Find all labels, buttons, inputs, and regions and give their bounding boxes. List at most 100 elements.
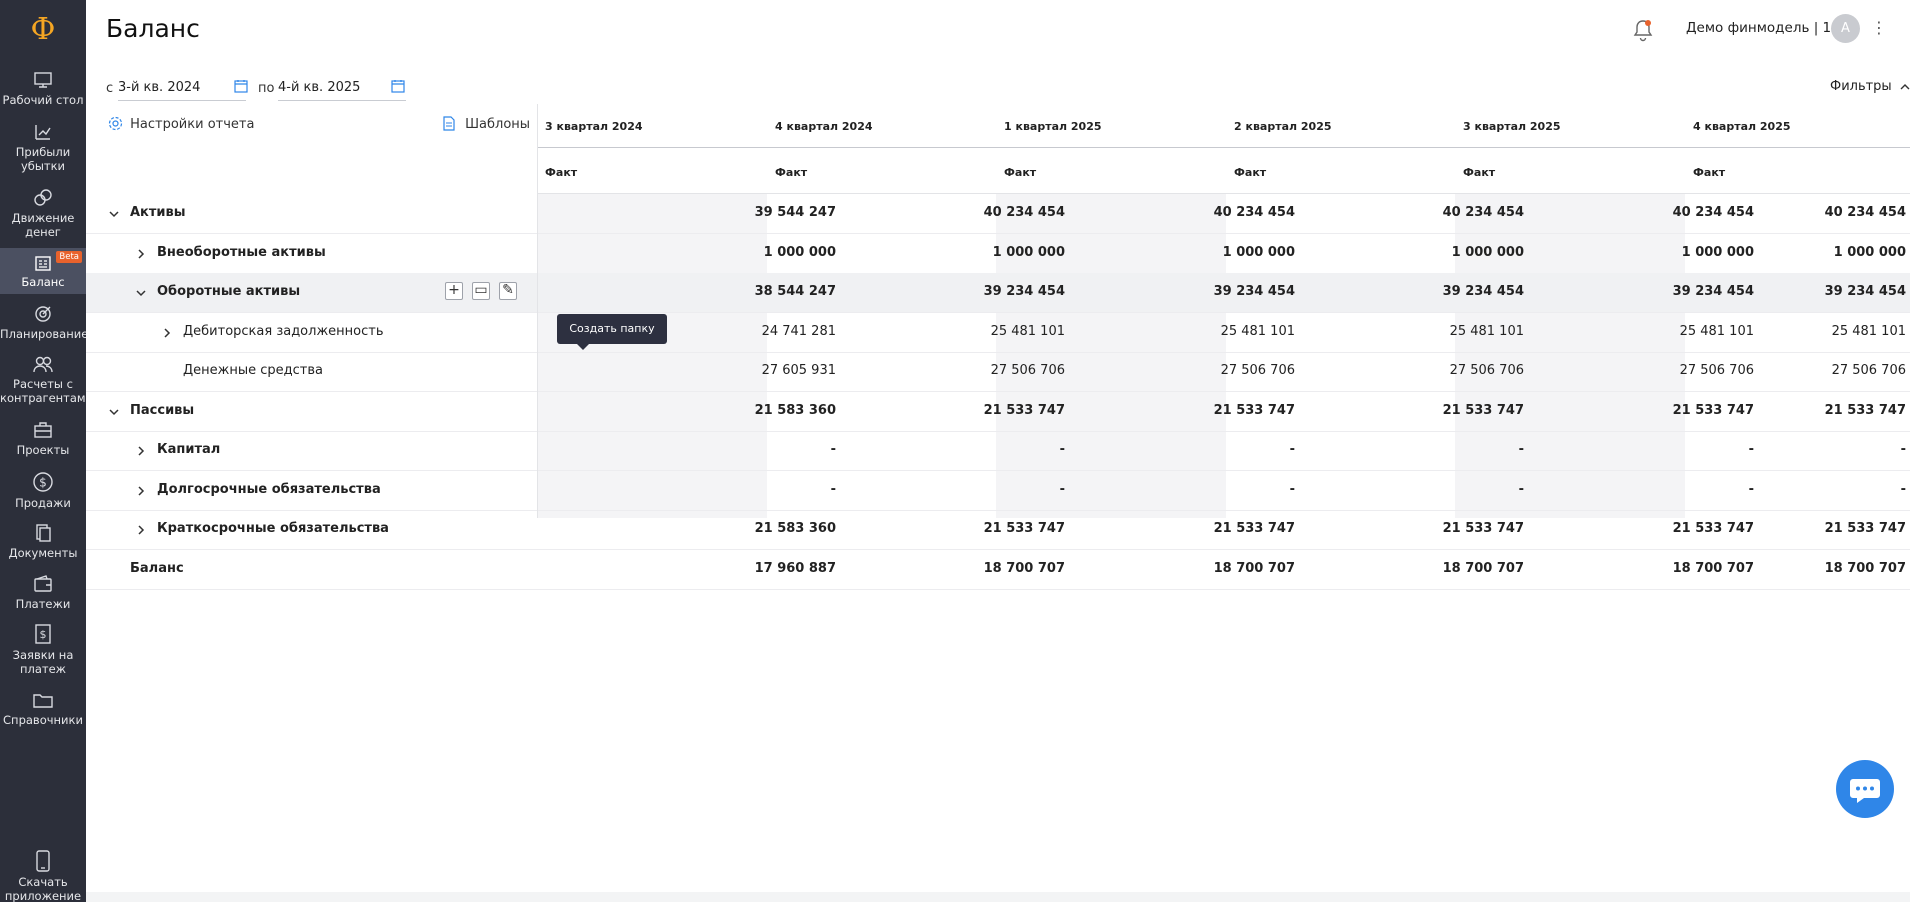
table-cell[interactable]: 17 960 887 [755, 561, 836, 576]
table-cell[interactable]: 21 533 747 [1825, 403, 1906, 418]
table-row[interactable]: Краткосрочные обязательства 21 583 360 21 … [86, 510, 1910, 550]
table-row[interactable]: Баланс 17 960 887 18 700 707 18 700 707 18 7… [86, 550, 1910, 590]
column-header[interactable]: 1 квартал 2025 [996, 104, 1226, 148]
table-cell[interactable]: 21 533 747 [984, 403, 1065, 418]
table-cell[interactable]: 40 234 454 [984, 205, 1065, 220]
table-cell[interactable]: 39 234 454 [1673, 284, 1754, 299]
sidebar-item-payments[interactable]: Платежи [0, 574, 86, 611]
to-date-field[interactable]: 4-й кв. 2025 [278, 77, 406, 101]
table-cell[interactable]: 27 506 706 [1450, 363, 1524, 378]
add-item-button[interactable]: + [445, 282, 463, 300]
templates-button[interactable]: Шаблоны [443, 116, 530, 132]
table-cell[interactable]: - [1749, 442, 1754, 457]
table-cell[interactable]: 18 700 707 [1673, 561, 1754, 576]
table-cell[interactable]: 21 533 747 [1443, 403, 1524, 418]
table-row[interactable]: Капитал - - - - - - [86, 431, 1910, 471]
table-cell[interactable]: 27 506 706 [991, 363, 1065, 378]
column-header[interactable]: 3 квартал 2025 [1455, 104, 1685, 148]
table-cell[interactable]: - [1060, 442, 1065, 457]
edit-button[interactable]: ✎ [499, 282, 517, 300]
column-header[interactable]: 4 квартал 2024 [767, 104, 996, 148]
table-cell[interactable]: 21 533 747 [1214, 521, 1295, 536]
table-cell[interactable]: 27 506 706 [1221, 363, 1295, 378]
column-header[interactable]: 2 квартал 2025 [1226, 104, 1455, 148]
table-cell[interactable]: 21 583 360 [755, 521, 836, 536]
table-cell[interactable]: 1 000 000 [1834, 245, 1906, 260]
sidebar-item-documents[interactable]: Документы [0, 523, 86, 560]
table-cell[interactable]: - [831, 482, 836, 497]
table-cell[interactable]: 25 481 101 [1680, 324, 1754, 339]
account-name[interactable]: Демо финмодель | 1С [1686, 20, 1841, 36]
table-cell[interactable]: 38 544 247 [755, 284, 836, 299]
report-settings-button[interactable]: Настройки отчета [108, 116, 254, 132]
table-cell[interactable]: 27 506 706 [1680, 363, 1754, 378]
table-cell[interactable]: 21 533 747 [1825, 521, 1906, 536]
table-cell[interactable]: 24 741 281 [762, 324, 836, 339]
table-cell[interactable]: 21 533 747 [1214, 403, 1295, 418]
table-cell[interactable]: 27 605 931 [762, 363, 836, 378]
table-cell[interactable]: 39 234 454 [1443, 284, 1524, 299]
table-cell[interactable]: 21 583 360 [755, 403, 836, 418]
table-cell[interactable]: - [1060, 482, 1065, 497]
download-app-button[interactable]: Скачать приложение [0, 850, 86, 902]
filters-toggle[interactable]: Фильтры [1830, 79, 1910, 94]
column-header[interactable]: 4 квартал 2025 [1685, 104, 1910, 148]
table-cell[interactable]: - [1901, 442, 1906, 457]
sidebar-item-counterparties[interactable]: Расчеты с контрагентами [0, 354, 93, 405]
table-cell[interactable]: - [1519, 442, 1524, 457]
app-logo[interactable]: Ф [0, 10, 86, 50]
table-row[interactable]: Пассивы 21 583 360 21 533 747 21 533 747 21 … [86, 392, 1910, 432]
chevron-down-icon[interactable] [135, 287, 147, 299]
table-cell[interactable]: 25 481 101 [1832, 324, 1906, 339]
sidebar-item-projects[interactable]: Проекты [0, 420, 86, 457]
table-cell[interactable]: 21 533 747 [984, 521, 1065, 536]
chevron-right-icon[interactable] [135, 445, 147, 457]
table-cell[interactable]: 40 234 454 [1825, 205, 1906, 220]
table-cell[interactable]: - [1290, 442, 1295, 457]
table-cell[interactable]: 39 544 247 [755, 205, 836, 220]
chevron-down-icon[interactable] [108, 208, 120, 220]
table-cell[interactable]: 39 234 454 [1825, 284, 1906, 299]
sidebar-item-planning[interactable]: Планирование [0, 304, 88, 341]
table-cell[interactable]: 18 700 707 [984, 561, 1065, 576]
table-cell[interactable]: - [831, 442, 836, 457]
sidebar-item-sales[interactable]: $ Продажи [0, 471, 86, 510]
table-cell[interactable]: 21 533 747 [1443, 521, 1524, 536]
table-cell[interactable]: - [1901, 482, 1906, 497]
table-cell[interactable]: 25 481 101 [1450, 324, 1524, 339]
chat-button[interactable] [1836, 760, 1894, 818]
sidebar-item-desktop[interactable]: Рабочий стол [0, 70, 86, 107]
table-cell[interactable]: 40 234 454 [1443, 205, 1524, 220]
table-row[interactable]: Дебиторская задолженность 24 741 281 25 48… [86, 313, 1910, 353]
table-cell[interactable]: - [1519, 482, 1524, 497]
table-row[interactable]: Денежные средства 27 605 931 27 506 706 27 … [86, 352, 1910, 392]
notifications-button[interactable] [1632, 18, 1654, 46]
table-cell[interactable]: 1 000 000 [1223, 245, 1295, 260]
from-date-field[interactable]: 3-й кв. 2024 [118, 77, 246, 101]
chevron-down-icon[interactable] [108, 406, 120, 418]
sidebar-item-balance[interactable]: Beta Баланс [0, 248, 86, 294]
avatar[interactable]: А [1831, 14, 1860, 43]
sidebar-item-cashflow[interactable]: Движение денег [0, 188, 86, 239]
chevron-right-icon[interactable] [135, 248, 147, 260]
table-cell[interactable]: 18 700 707 [1214, 561, 1295, 576]
more-menu-icon[interactable]: ⋮ [1871, 18, 1887, 38]
table-cell[interactable]: 1 000 000 [764, 245, 836, 260]
sidebar-item-pnl[interactable]: Прибыли убытки [0, 122, 86, 173]
table-cell[interactable]: 18 700 707 [1443, 561, 1524, 576]
calendar-icon[interactable] [391, 79, 405, 97]
table-cell[interactable]: 40 234 454 [1673, 205, 1754, 220]
chevron-right-icon[interactable] [135, 485, 147, 497]
chevron-right-icon[interactable] [135, 524, 147, 536]
create-folder-button[interactable]: ▭ [472, 282, 490, 300]
table-cell[interactable]: - [1290, 482, 1295, 497]
sidebar-item-references[interactable]: Справочники [0, 690, 86, 727]
table-cell[interactable]: 27 506 706 [1832, 363, 1906, 378]
sidebar-item-payment-requests[interactable]: $ Заявки на платеж [0, 623, 86, 676]
table-cell[interactable]: 39 234 454 [984, 284, 1065, 299]
table-cell[interactable]: 1 000 000 [1452, 245, 1524, 260]
table-row[interactable]: Внеоборотные активы 1 000 000 1 000 000 1 0… [86, 234, 1910, 274]
table-row[interactable]: Активы 39 544 247 40 234 454 40 234 454 40 2… [86, 194, 1910, 234]
column-header[interactable]: 3 квартал 2024 [537, 104, 767, 148]
table-cell[interactable]: 21 533 747 [1673, 521, 1754, 536]
